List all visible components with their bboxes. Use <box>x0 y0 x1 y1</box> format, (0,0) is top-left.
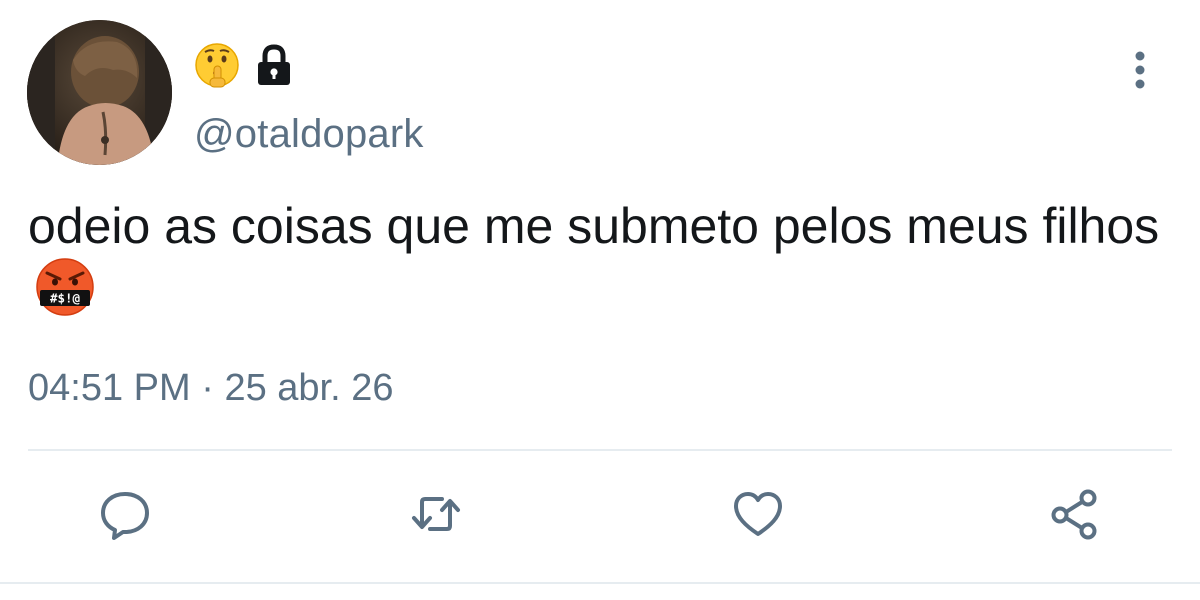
reply-icon <box>101 492 149 540</box>
retweet-icon <box>412 497 460 531</box>
lock-icon <box>258 44 290 85</box>
tweet-timestamp[interactable]: 04:51 PM · 25 abr. 26 <box>28 367 393 410</box>
like-button[interactable] <box>730 486 786 542</box>
avatar[interactable] <box>27 20 172 165</box>
emoji-symbols: #$!@ <box>50 291 81 306</box>
face-with-symbols-on-mouth-icon: #$!@ <box>36 258 94 316</box>
tweet-time: 04:51 PM <box>28 367 191 409</box>
share-icon <box>1051 489 1097 540</box>
shushing-face-icon <box>195 43 239 88</box>
tweet-body: odeio as coisas que me submeto pelos meu… <box>28 198 1160 254</box>
tweet-date: 25 abr. 26 <box>224 367 394 409</box>
more-options-button[interactable] <box>1122 50 1158 90</box>
meta-separator: · <box>201 367 214 409</box>
reply-button[interactable] <box>97 486 153 542</box>
share-button[interactable] <box>1046 486 1102 542</box>
more-vertical-icon <box>1135 51 1145 89</box>
tweet-text: odeio as coisas que me submeto pelos meu… <box>28 196 1188 321</box>
divider <box>28 449 1172 451</box>
display-name <box>194 40 294 90</box>
heart-icon <box>734 492 782 536</box>
avatar-image <box>27 20 172 165</box>
retweet-button[interactable] <box>408 486 464 542</box>
bottom-divider <box>0 582 1200 584</box>
tweet-card: @otaldopark odeio as coisas que me subme… <box>0 0 1200 600</box>
user-handle[interactable]: @otaldopark <box>194 112 424 157</box>
